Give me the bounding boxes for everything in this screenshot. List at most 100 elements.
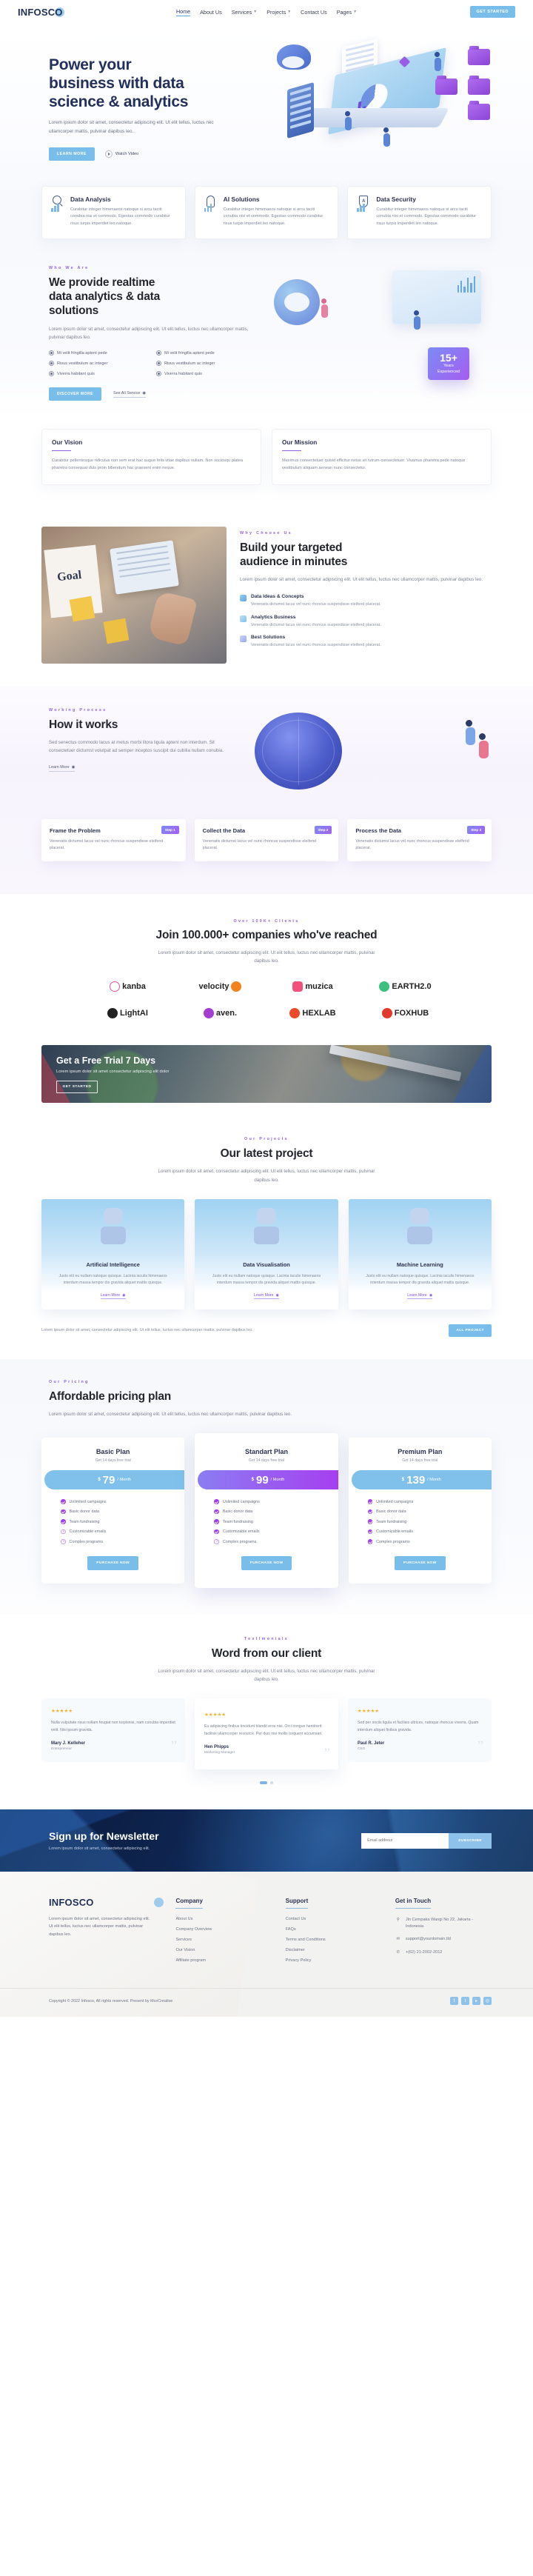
feature-card[interactable]: A Data Security Curabitur integer himena… [347,185,492,240]
footer-about: Lorem ipsum dolor sit amet, consectetur … [49,1917,150,1937]
purchase-button[interactable]: PURCHASE NOW [394,1555,446,1570]
project-learn-more-link[interactable]: Learn More ◉ [253,1293,280,1299]
footer-link[interactable]: About Us [175,1917,272,1921]
section-paragraph: Lorem ipsum dolor sit amet, consectetur … [49,326,249,340]
price-amount: 99 [255,1473,269,1486]
who-we-are-section: Who We Are We provide realtime data anal… [0,241,533,421]
plan-feature: Unlimited campaigns [61,1499,184,1504]
project-learn-more-link[interactable]: Learn More ◉ [407,1293,433,1299]
testimonial-role: Entrepreneur [51,1747,72,1752]
plan-trial: Get 14 days free trial [402,1458,438,1464]
item-title: Analytics Business [251,614,296,620]
pricing-card-basic: Basic Plan Get 14 days free trial $ 79 /… [41,1438,185,1584]
nav-item-services[interactable]: Services ▼ [232,9,258,16]
currency: $ [98,1478,101,1483]
quote-icon: ” [477,1738,483,1755]
section-title: Join 100.000+ companies who've reached [155,928,378,941]
twitter-icon[interactable]: t [461,1997,469,2006]
youtube-icon[interactable]: ▸ [472,1997,480,2006]
footer-link[interactable]: Terms and Conditions [286,1938,382,1942]
carousel-dot[interactable] [270,1781,273,1785]
list-item: Best Solutions Venenatis dictumst lacus … [240,635,492,649]
nav-item-contact[interactable]: Contact Us [301,9,327,16]
plan-trial: Get 14 days free trial [248,1458,285,1464]
feature-card[interactable]: AI Solutions Curabitur integer himenaeos… [194,185,339,240]
copyright-text: Copyright © 2022 Infosco, All rights res… [49,1998,173,2003]
team-photo: Goal [41,526,227,664]
hero-learn-more-button[interactable]: LEARN MORE [49,147,95,161]
purchase-button[interactable]: PURCHASE NOW [241,1555,292,1570]
step-title: Frame the Problem [50,827,101,834]
footer-logo[interactable]: INFOSCO [49,1897,164,1908]
plan-features: Unlimited campaigns Basic donor data Tea… [195,1499,338,1544]
footer-link[interactable]: Our Vision [175,1948,272,1952]
carousel-dot-active[interactable] [260,1781,267,1785]
section-eyebrow: Our Pricing [49,1379,90,1384]
nav-item-projects[interactable]: Projects ▼ [266,9,291,16]
pricing-section: Our Pricing Affordable pricing plan Lore… [0,1358,533,1615]
contact-email[interactable]: ✉ support@yourdomain.tld [395,1936,492,1943]
title-line-1: We provide realtime [49,276,155,290]
subscribe-button[interactable]: SUBSCRIBE [449,1832,492,1849]
project-illustration [195,1199,338,1257]
trial-banner-section: Get a Free Trial 7 Days Lorem ipsum dolo… [0,1045,533,1129]
hexlab-mark-icon [289,1008,301,1019]
footer-link[interactable]: Privacy Policy [286,1958,382,1963]
check-icon [61,1509,66,1515]
trial-banner: Get a Free Trial 7 Days Lorem ipsum dolo… [41,1045,492,1104]
get-started-button[interactable]: GET STARTED [469,6,515,18]
testimonials-section: Testimonials Word from our client Lorem … [0,1614,533,1810]
projects-bottom-text: Lorem ipsum dolor sit amet, consectetur … [41,1327,253,1332]
check-icon [214,1509,219,1515]
nav-item-about[interactable]: About Us [200,9,222,16]
project-illustration [349,1199,492,1257]
contact-phone[interactable]: ✆ +(62) 21-2002-2012 [395,1949,492,1956]
check-icon [367,1499,373,1504]
feature-card[interactable]: Data Analysis Curabitur integer himenaeo… [41,185,186,240]
how-learn-more-link[interactable]: Learn More ◉ [49,765,76,773]
person-figure [345,111,352,130]
price-period: / Month [427,1478,441,1483]
project-learn-more-link[interactable]: Learn More ◉ [100,1293,126,1299]
carousel-dots[interactable] [41,1781,492,1785]
footer-link[interactable]: Affiliate program [175,1958,272,1963]
see-all-service-link[interactable]: See All Service ◉ [113,391,146,398]
cube-icon [240,595,247,602]
newsletter-form: SUBSCRIBE [361,1832,492,1849]
purchase-button[interactable]: PURCHASE NOW [87,1555,139,1570]
project-card[interactable]: Machine Learning Justo elit eu nullam na… [348,1198,492,1309]
plan-feature: Unlimited campaigns [214,1499,338,1504]
hero-title: Power your business with data science & … [49,56,256,111]
facebook-icon[interactable]: f [450,1997,458,2006]
section-paragraph: Lorem ipsum dolor sit amet, consectetur … [158,1669,375,1683]
project-card[interactable]: Artificial Intelligence Justo elit eu nu… [41,1198,185,1309]
footer-link[interactable]: FAQs [286,1927,382,1932]
footer-link[interactable]: Company Overview [175,1927,272,1932]
bar-chart-icon [457,276,475,293]
section-eyebrow: Who We Are [49,266,90,271]
footer-link[interactable]: Contact Us [286,1917,382,1921]
arrow-circle-icon: ◉ [71,765,76,770]
watch-video-button[interactable]: Watch Video [104,150,138,158]
server-rack-icon [287,81,314,139]
item-title: Best Solutions [251,635,286,641]
person-figure [414,310,420,330]
nav-item-home[interactable]: Home [175,8,191,16]
discover-more-button[interactable]: DISCOVER MORE [49,387,102,401]
footer-link[interactable]: Disclaimer [286,1948,382,1952]
brand-logo[interactable]: INFOSCO [18,7,64,18]
contact-address: ⚲ Jln Cempaka Wangi No 22, Jakarta - Ind… [396,1918,474,1929]
footer-link[interactable]: Services [175,1938,272,1942]
trial-get-started-button[interactable]: GET STARTED [56,1080,98,1093]
nav-item-pages[interactable]: Pages ▼ [337,9,357,16]
email-input[interactable] [361,1832,449,1849]
price-amount: 79 [102,1473,115,1486]
project-card[interactable]: Data Visualisation Justo elit eu nullam … [195,1198,338,1309]
all-projects-button[interactable]: ALL PROJECT [449,1324,492,1337]
plan-feature: Unlimited campaigns [367,1499,492,1504]
arrow-circle-icon: ◉ [142,390,146,396]
aven-mark-icon [203,1008,214,1019]
instagram-icon[interactable]: ◎ [483,1997,492,2006]
dashboard-panel-icon [392,270,481,324]
newsletter-title: Sign up for Newsletter [49,1830,159,1843]
